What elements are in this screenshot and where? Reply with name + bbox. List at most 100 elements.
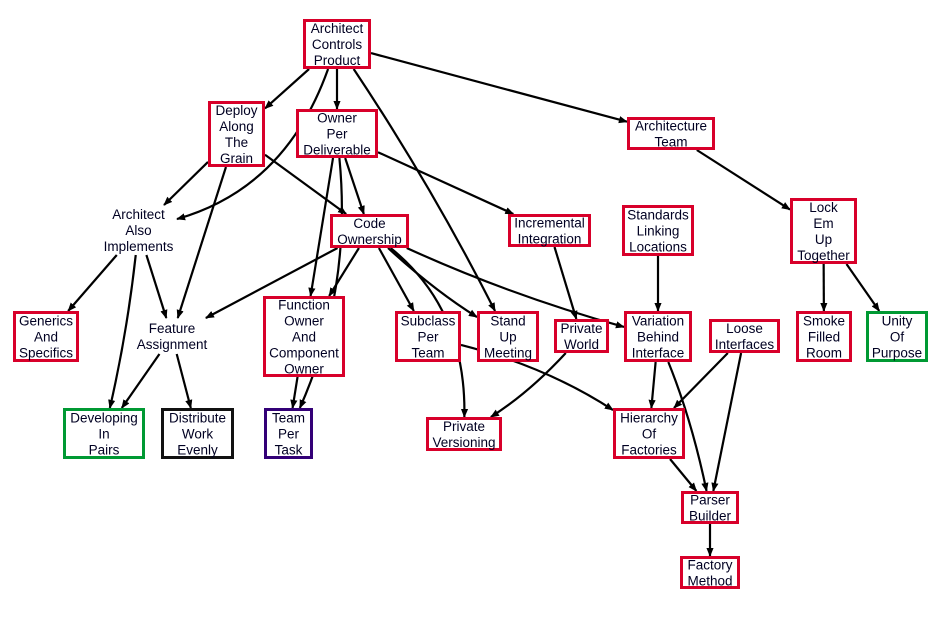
node-smoke[interactable]: SmokeFilledRoom — [796, 311, 852, 362]
node-label-line: Component — [269, 346, 339, 361]
node-label-line: Task — [275, 443, 303, 458]
node-label-line: Locations — [629, 240, 687, 255]
node-subclass[interactable]: SubclassPerTeam — [395, 311, 461, 362]
node-funcowner[interactable]: FunctionOwnerAndComponentOwner — [263, 296, 345, 377]
edge-acp-to-standup — [352, 68, 497, 312]
node-label-line: Em — [813, 216, 833, 231]
edge-incr-to-privworld — [553, 246, 578, 320]
node-label-line: And — [34, 330, 58, 345]
node-label-line: Lock — [809, 200, 838, 215]
node-label-line: Meeting — [484, 346, 532, 361]
node-loose[interactable]: LooseInterfaces — [709, 319, 780, 353]
node-label-line: Product — [314, 53, 361, 68]
edge-codeown-to-funcowner — [328, 247, 360, 297]
node-label-line: Deliverable — [303, 143, 371, 158]
node-privvers[interactable]: PrivateVersioning — [426, 417, 502, 451]
node-label-line: Private — [443, 419, 485, 434]
edge-archalso-to-feature — [145, 254, 168, 319]
edge-loose-to-parser — [711, 352, 743, 492]
node-label-line: Code — [353, 216, 385, 231]
node-codeown[interactable]: CodeOwnership — [330, 214, 409, 248]
node-label-line: Subclass — [401, 314, 456, 329]
node-hierarchy[interactable]: HierarchyOfFactories — [613, 408, 685, 459]
node-acp[interactable]: ArchitectControlsProduct — [303, 19, 371, 69]
node-privworld[interactable]: PrivateWorld — [554, 319, 609, 353]
node-label-line: Specifics — [19, 346, 73, 361]
edge-archalso-to-generics — [67, 254, 118, 312]
node-label-line: Smoke — [803, 314, 845, 329]
edge-acp-to-deploy — [264, 68, 310, 110]
node-label-line: Linking — [637, 224, 680, 239]
node-label-line: Also — [125, 223, 151, 238]
node-label-line: Up — [815, 232, 832, 247]
node-label-line: Pairs — [89, 443, 120, 458]
node-label-line: Team — [654, 135, 687, 150]
edge-deploy-to-feature — [176, 166, 228, 319]
node-label-line: The — [225, 135, 248, 150]
node-feature[interactable]: FeatureAssignment — [137, 321, 208, 352]
node-variation[interactable]: VariationBehindInterface — [624, 311, 692, 362]
node-label-line: Function — [278, 298, 330, 313]
node-label-line: Together — [797, 248, 850, 263]
node-archteam[interactable]: ArchitectureTeam — [627, 117, 715, 150]
node-label-line: Per — [417, 330, 439, 345]
node-label-line: And — [292, 330, 316, 345]
node-label-line: Incremental — [514, 216, 585, 231]
node-archalso[interactable]: ArchitectAlsoImplements — [104, 207, 174, 254]
edge-codeown-to-subclass — [377, 247, 415, 312]
edge-ownerper-to-incr — [377, 151, 515, 216]
node-label-line: Grain — [220, 151, 253, 166]
node-label-line: Team — [411, 346, 444, 361]
edge-deploy-to-archalso — [163, 161, 209, 206]
edge-privworld-to-privvers — [490, 352, 567, 418]
node-label-line: Deploy — [215, 103, 257, 118]
node-label-line: Owner — [284, 362, 324, 377]
node-label-line: Implements — [104, 239, 174, 254]
node-label-line: Architecture — [635, 119, 707, 134]
node-label-line: Generics — [19, 314, 73, 329]
node-deploy[interactable]: DeployAlongTheGrain — [208, 101, 265, 167]
edge-lockem-to-unity — [845, 263, 881, 312]
edge-ownerper-to-funcowner — [308, 157, 335, 297]
node-teampertask[interactable]: TeamPerTask — [264, 408, 313, 459]
node-factory[interactable]: FactoryMethod — [680, 556, 740, 589]
node-label-line: Up — [499, 330, 516, 345]
node-label-line: Factories — [621, 443, 677, 458]
edge-feature-to-devpairs — [120, 353, 161, 409]
node-label-line: Of — [642, 427, 657, 442]
node-label-line: Builder — [689, 509, 732, 524]
node-label-line: Room — [806, 346, 842, 361]
edge-deploy-to-codeown — [264, 153, 347, 215]
node-label-line: Factory — [687, 558, 732, 573]
node-label-line: Stand — [490, 314, 525, 329]
node-label-line: Filled — [808, 330, 840, 345]
node-label-line: Evenly — [177, 443, 218, 458]
node-label-line: Work — [182, 427, 214, 442]
node-standards[interactable]: StandardsLinkingLocations — [622, 205, 694, 256]
node-label-line: World — [564, 337, 599, 352]
node-label-line: Behind — [637, 330, 679, 345]
node-label-line: Method — [687, 574, 732, 589]
node-label-line: Unity — [882, 314, 913, 329]
node-label-line: Of — [890, 330, 905, 345]
node-distribute[interactable]: DistributeWorkEvenly — [161, 408, 234, 459]
node-label-line: Owner — [317, 111, 357, 126]
node-label-line: Per — [278, 427, 300, 442]
node-unity[interactable]: UnityOfPurpose — [866, 311, 928, 362]
node-label-line: Private — [560, 321, 602, 336]
node-ownerper[interactable]: OwnerPerDeliverable — [296, 109, 378, 158]
node-generics[interactable]: GenericsAndSpecifics — [13, 311, 79, 362]
node-label-line: Per — [326, 127, 348, 142]
node-devpairs[interactable]: DevelopingInPairs — [63, 408, 145, 459]
node-label-line: Along — [219, 119, 254, 134]
node-parser[interactable]: ParserBuilder — [681, 491, 739, 524]
edge-ownerper-to-codeown — [344, 157, 365, 215]
nodes: ArchitectControlsProduct DeployAlongTheGr… — [13, 19, 928, 589]
edge-funcowner-to-teampertask — [290, 376, 299, 409]
node-incr[interactable]: IncrementalIntegration — [508, 214, 591, 247]
node-label-line: Standards — [627, 208, 689, 223]
node-label-line: Hierarchy — [620, 411, 678, 426]
node-lockem[interactable]: LockEmUpTogether — [790, 198, 857, 264]
node-label-line: Architect — [311, 21, 364, 36]
node-standup[interactable]: StandUpMeeting — [477, 311, 539, 362]
